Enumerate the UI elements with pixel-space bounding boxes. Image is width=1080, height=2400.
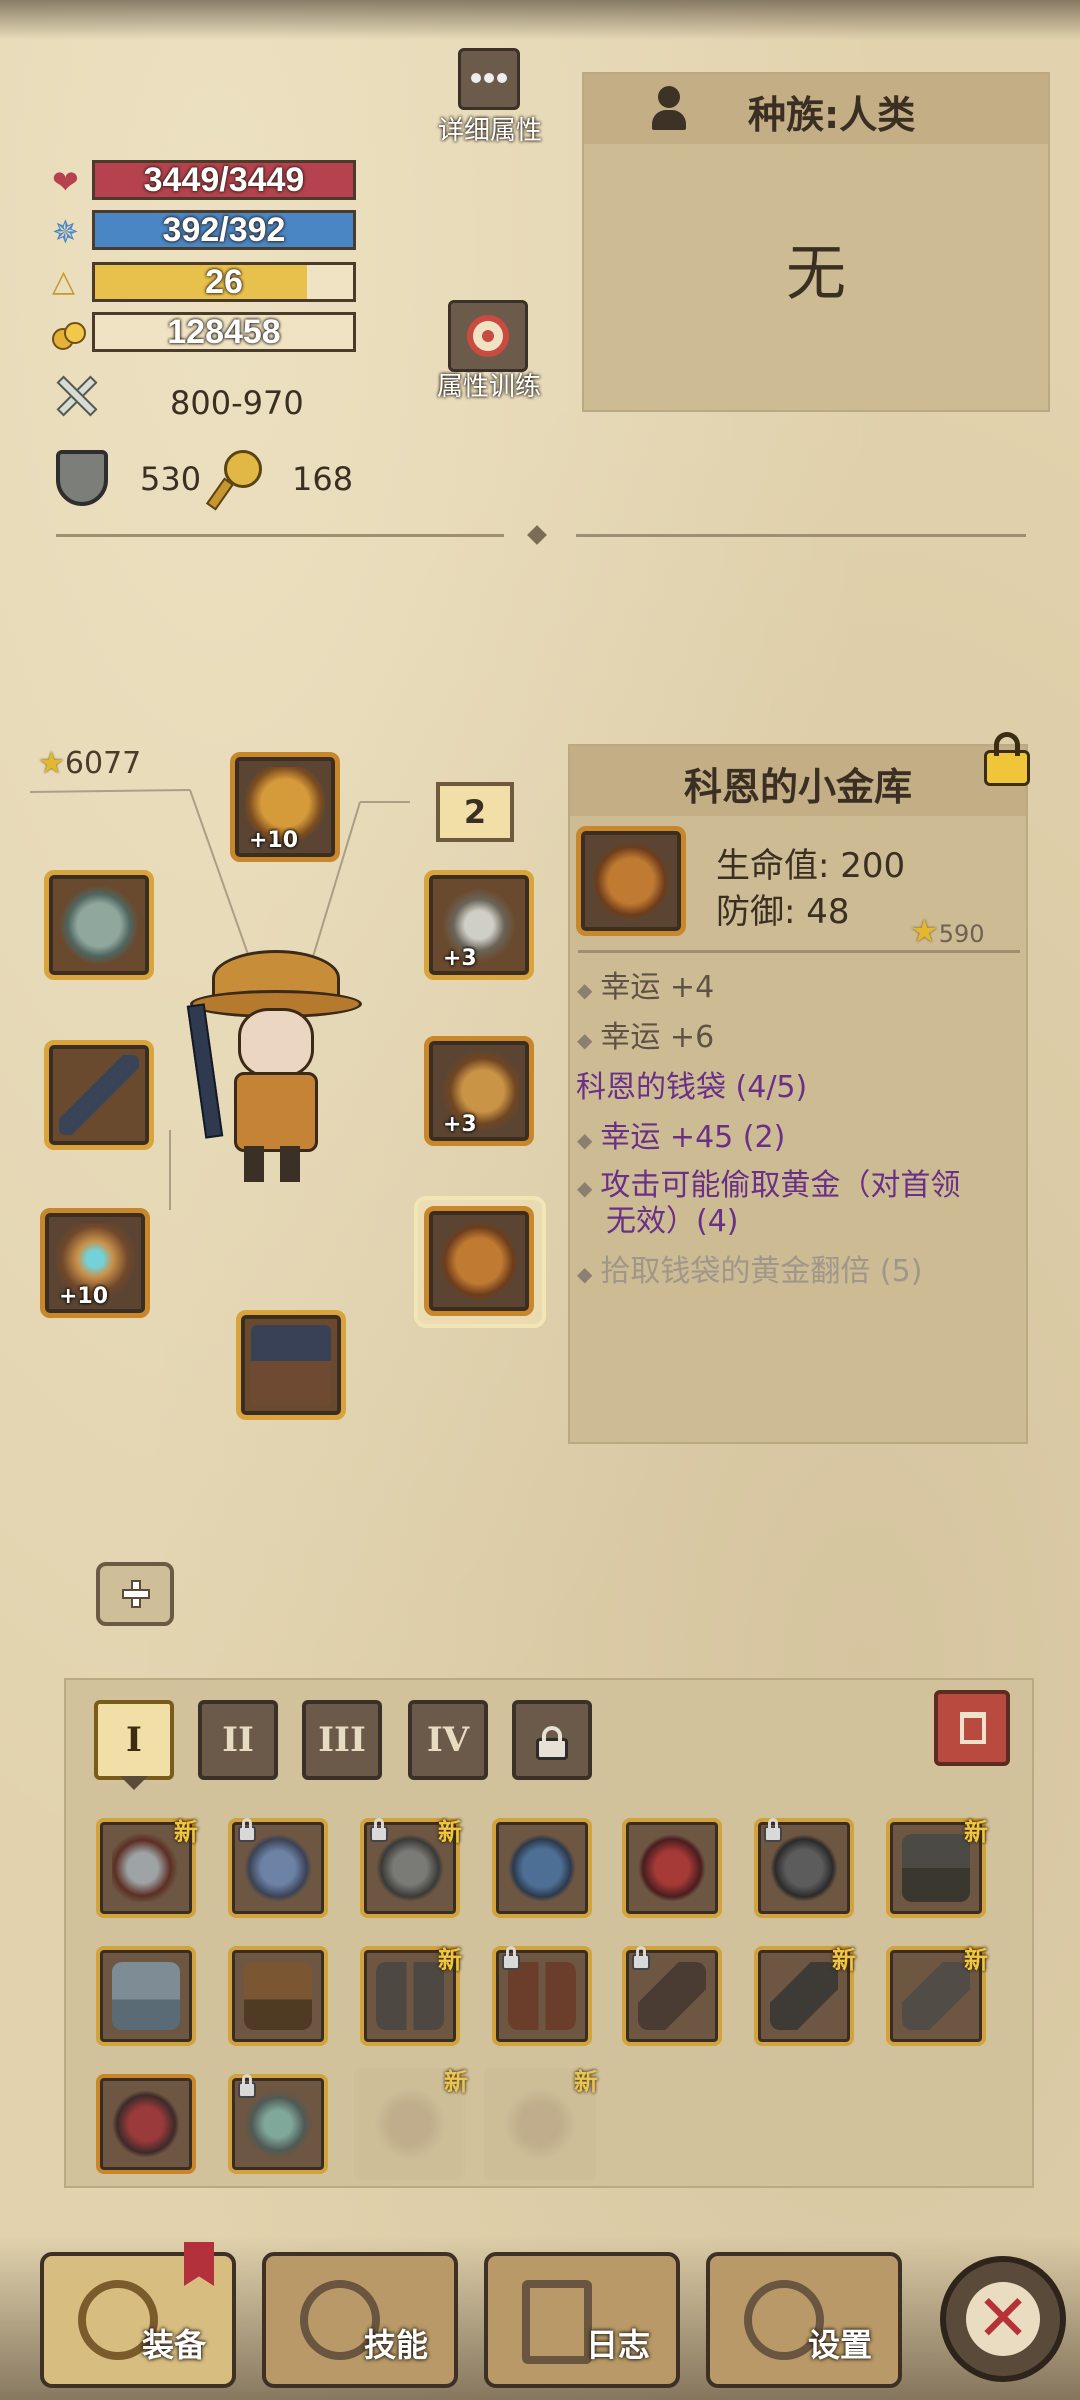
sword-icon <box>59 1055 139 1135</box>
inventory-item[interactable] <box>492 1818 592 1918</box>
inventory-item[interactable] <box>228 1818 328 1918</box>
page-tab-4[interactable]: IV <box>408 1700 488 1780</box>
affix-line: ◆ 幸运 +4 <box>577 970 715 1005</box>
boots-icon <box>508 1962 576 2030</box>
boots-icon <box>251 1325 331 1405</box>
nav-settings[interactable]: 设置 <box>706 2252 902 2388</box>
boots-icon <box>376 1962 444 2030</box>
set-bonus-line: ◆ 拾取钱袋的黄金翻倍 (5) <box>577 1254 923 1289</box>
set-title: 科恩的钱袋 (4/5) <box>576 1070 808 1105</box>
page-tab-2[interactable]: II <box>198 1700 278 1780</box>
item-hp: 生命值: 200 <box>716 846 906 886</box>
page-tab-1[interactable]: I <box>94 1700 174 1780</box>
lock-icon <box>238 1818 256 1842</box>
armor-icon <box>508 1834 576 1902</box>
lock-icon <box>502 1946 520 1970</box>
lock-icon <box>536 1726 568 1760</box>
nav-skills[interactable]: 技能 <box>262 2252 458 2388</box>
gauntlet-icon <box>638 1962 706 2030</box>
inventory-item[interactable]: 新 <box>754 1946 856 2046</box>
trash-button[interactable] <box>934 1690 1010 1766</box>
pants-icon <box>244 1962 312 2030</box>
inventory-item[interactable] <box>96 1946 196 2046</box>
inventory-item[interactable] <box>228 2074 328 2174</box>
inventory-item[interactable]: 新 <box>886 1946 988 2046</box>
armor-icon <box>500 2084 580 2164</box>
active-page-pointer <box>120 1776 148 1790</box>
inventory-item[interactable] <box>96 2074 196 2174</box>
pants-icon <box>112 1962 180 2030</box>
cloak-icon <box>638 1834 706 1902</box>
gauntlet-icon <box>902 1962 970 2030</box>
close-button[interactable]: ✕ <box>940 2256 1066 2382</box>
nav-log[interactable]: 日志 <box>484 2252 680 2388</box>
set-bonus-line: ◆ 幸运 +45 (2) <box>577 1120 786 1155</box>
axe-icon <box>112 1834 180 1902</box>
bracer-icon <box>59 885 139 965</box>
item-score: ★590 <box>910 912 985 950</box>
plus-icon <box>122 1580 150 1608</box>
hero-character <box>186 950 362 1190</box>
claw-icon <box>770 1962 838 2030</box>
lock-icon <box>764 1818 782 1842</box>
antler-icon <box>370 2084 450 2164</box>
item-name: 科恩的小金库 <box>683 765 912 809</box>
book-icon <box>522 2280 592 2364</box>
trash-icon <box>960 1712 986 1744</box>
add-slot-button[interactable] <box>96 1562 174 1626</box>
inventory-item[interactable] <box>754 1818 854 1918</box>
page-tab-3[interactable]: III <box>302 1700 382 1780</box>
page-tab-locked[interactable] <box>512 1700 592 1780</box>
nav-equip[interactable]: 装备 <box>40 2242 236 2388</box>
lock-icon <box>238 2074 256 2098</box>
inventory-item[interactable] <box>622 1946 722 2046</box>
inventory-item-faded[interactable]: 新 <box>484 2068 598 2180</box>
offhand-slot[interactable]: +3 <box>424 1036 534 1146</box>
weapon-slot[interactable] <box>44 1040 154 1150</box>
helmet-slot[interactable]: +10 <box>230 752 340 862</box>
amulet-slot[interactable]: +3 <box>424 870 534 980</box>
detail-item-icon <box>576 826 686 936</box>
star-icon: ★ <box>910 912 939 950</box>
inventory-item[interactable]: 新 <box>96 1818 198 1918</box>
bookmark-icon <box>184 2242 214 2286</box>
ring-icon <box>244 2090 312 2158</box>
mask-icon <box>112 2090 180 2158</box>
leg-armor-icon <box>902 1834 970 1902</box>
detail-divider <box>578 950 1020 953</box>
chest-armor-icon <box>244 1834 312 1902</box>
lock-icon[interactable] <box>984 732 1030 788</box>
lock-icon <box>632 1946 650 1970</box>
pouch-icon <box>439 1221 519 1301</box>
armor-slot[interactable] <box>44 870 154 980</box>
inventory-item[interactable]: 新 <box>360 1818 462 1918</box>
inventory-item[interactable] <box>622 1818 722 1918</box>
slot-counter-badge[interactable]: 2 <box>436 782 514 842</box>
inventory-item[interactable] <box>492 1946 592 2046</box>
inventory-item[interactable] <box>228 1946 328 2046</box>
pouch-slot[interactable] <box>424 1206 534 1316</box>
close-icon: ✕ <box>976 2282 1030 2356</box>
ring-slot[interactable]: +10 <box>40 1208 150 1318</box>
affix-line: ◆ 幸运 +6 <box>577 1020 715 1055</box>
inventory-item-faded[interactable]: 新 <box>354 2068 468 2180</box>
dark-armor-icon <box>770 1834 838 1902</box>
boots-slot[interactable] <box>236 1310 346 1420</box>
helmet-icon <box>376 1834 444 1902</box>
inventory-item[interactable]: 新 <box>886 1818 988 1918</box>
item-def: 防御: 48 <box>716 892 850 932</box>
inventory-item[interactable]: 新 <box>360 1946 462 2046</box>
lock-icon <box>370 1818 388 1842</box>
set-bonus-line-cont: 无效）(4) <box>606 1204 739 1239</box>
